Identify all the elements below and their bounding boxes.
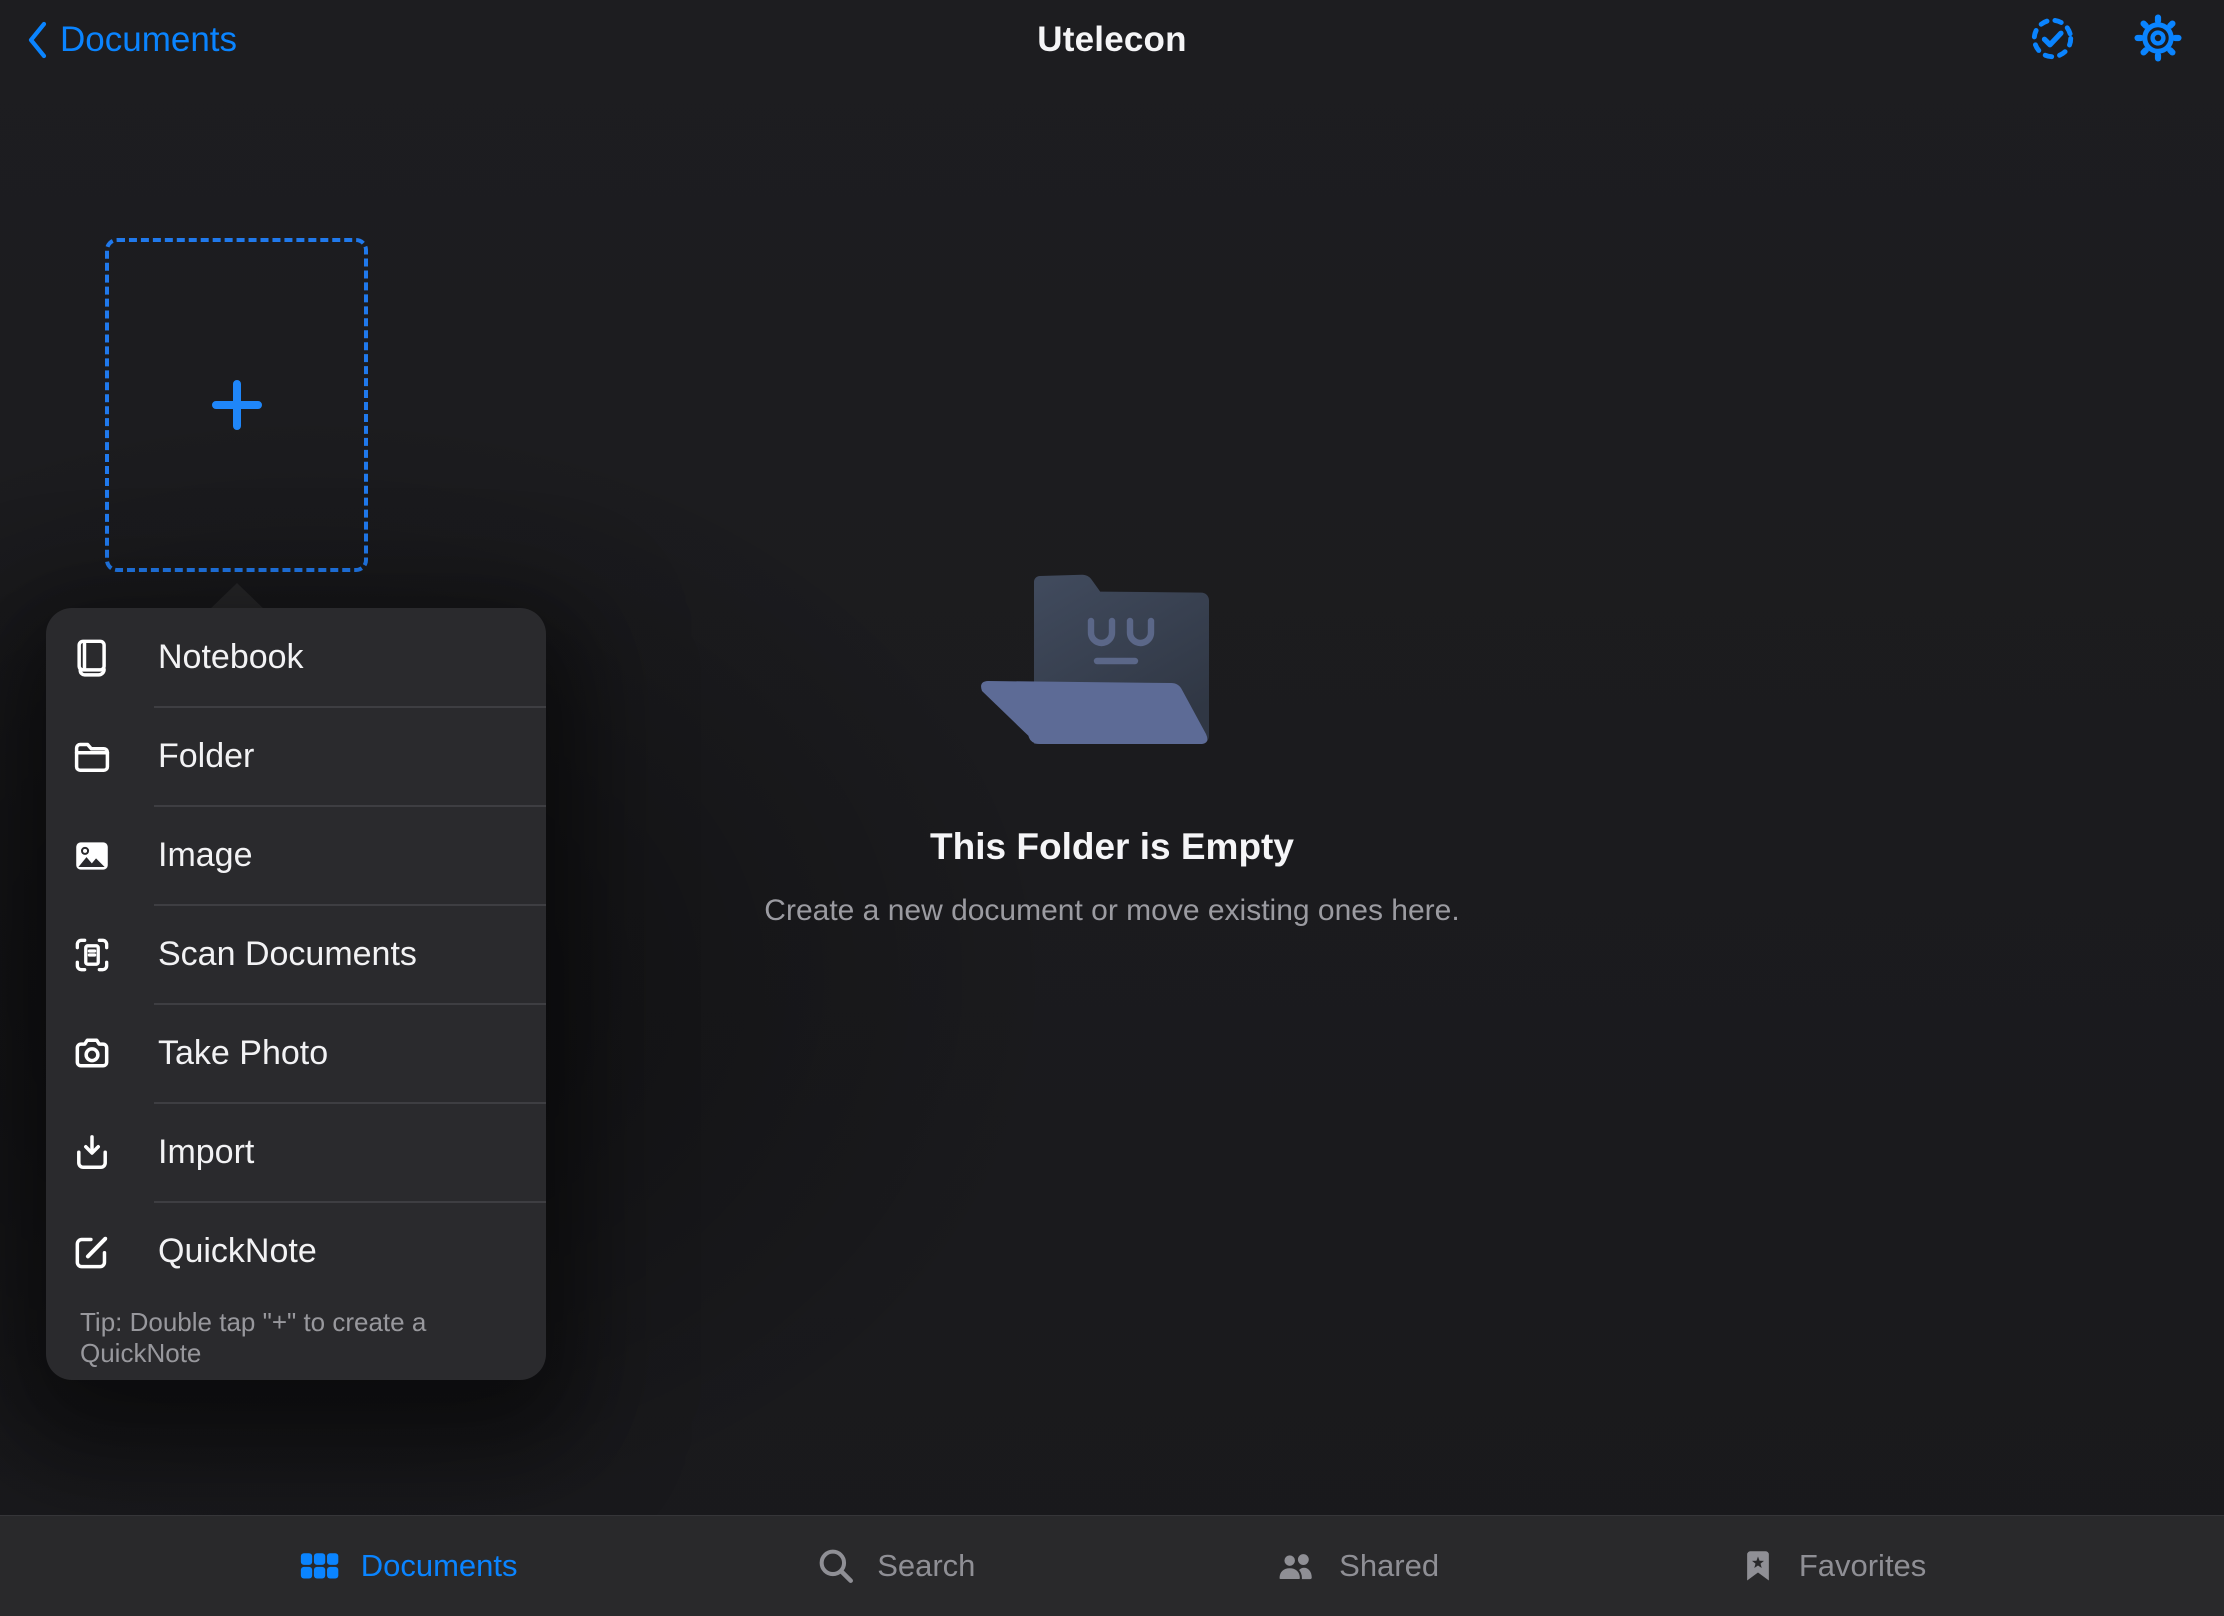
tab-shared[interactable]: Shared bbox=[1273, 1545, 1439, 1587]
folder-icon bbox=[70, 735, 114, 779]
tab-search[interactable]: Search bbox=[815, 1545, 975, 1587]
plus-icon bbox=[208, 376, 266, 434]
tab-label: Shared bbox=[1339, 1548, 1439, 1584]
scan-documents-icon bbox=[70, 933, 114, 977]
empty-state-title: This Folder is Empty bbox=[0, 826, 2224, 868]
favorites-bookmark-icon bbox=[1737, 1545, 1779, 1587]
menu-item-folder[interactable]: Folder bbox=[46, 707, 546, 806]
tab-label: Documents bbox=[361, 1548, 518, 1584]
empty-folder-illustration bbox=[978, 572, 1228, 757]
import-icon bbox=[70, 1131, 114, 1175]
menu-item-import[interactable]: Import bbox=[46, 1103, 546, 1202]
tab-favorites[interactable]: Favorites bbox=[1737, 1545, 1926, 1587]
popover-arrow bbox=[209, 583, 265, 610]
notebook-icon bbox=[70, 636, 114, 680]
tab-label: Search bbox=[877, 1548, 975, 1584]
settings-button[interactable] bbox=[2134, 14, 2182, 62]
new-document-box[interactable] bbox=[105, 238, 368, 572]
tab-label: Favorites bbox=[1799, 1548, 1926, 1584]
menu-item-label: Import bbox=[158, 1133, 254, 1172]
menu-item-notebook[interactable]: Notebook bbox=[46, 608, 546, 707]
menu-item-quicknote[interactable]: QuickNote bbox=[46, 1202, 546, 1301]
menu-item-label: Take Photo bbox=[158, 1034, 328, 1073]
menu-item-label: QuickNote bbox=[158, 1232, 317, 1271]
menu-item-label: Notebook bbox=[158, 638, 304, 677]
gear-icon bbox=[2134, 14, 2182, 62]
menu-item-label: Folder bbox=[158, 737, 254, 776]
documents-grid-icon bbox=[298, 1545, 341, 1588]
top-navigation-bar: Documents Utelecon bbox=[0, 0, 2224, 78]
topbar-actions bbox=[2028, 14, 2182, 62]
new-item-popover-menu: Notebook Folder Image bbox=[46, 608, 546, 1380]
menu-item-label: Scan Documents bbox=[158, 935, 417, 974]
app-screen: Documents Utelecon bbox=[0, 0, 2224, 1616]
menu-item-take-photo[interactable]: Take Photo bbox=[46, 1004, 546, 1103]
page-title: Utelecon bbox=[0, 20, 2224, 60]
tab-documents[interactable]: Documents bbox=[298, 1545, 518, 1588]
empty-state-subtitle: Create a new document or move existing o… bbox=[0, 894, 2224, 928]
quicknote-icon bbox=[70, 1230, 114, 1274]
camera-icon bbox=[70, 1032, 114, 1076]
select-items-button[interactable] bbox=[2028, 14, 2076, 62]
quicknote-tip-text: Tip: Double tap "+" to create a QuickNot… bbox=[46, 1301, 546, 1375]
search-icon bbox=[815, 1545, 857, 1587]
bottom-tab-bar: Documents Search bbox=[0, 1515, 2224, 1616]
checkmark-dashed-circle-icon bbox=[2029, 15, 2076, 62]
folder-front-flap bbox=[981, 681, 1207, 744]
shared-people-icon bbox=[1273, 1545, 1319, 1587]
